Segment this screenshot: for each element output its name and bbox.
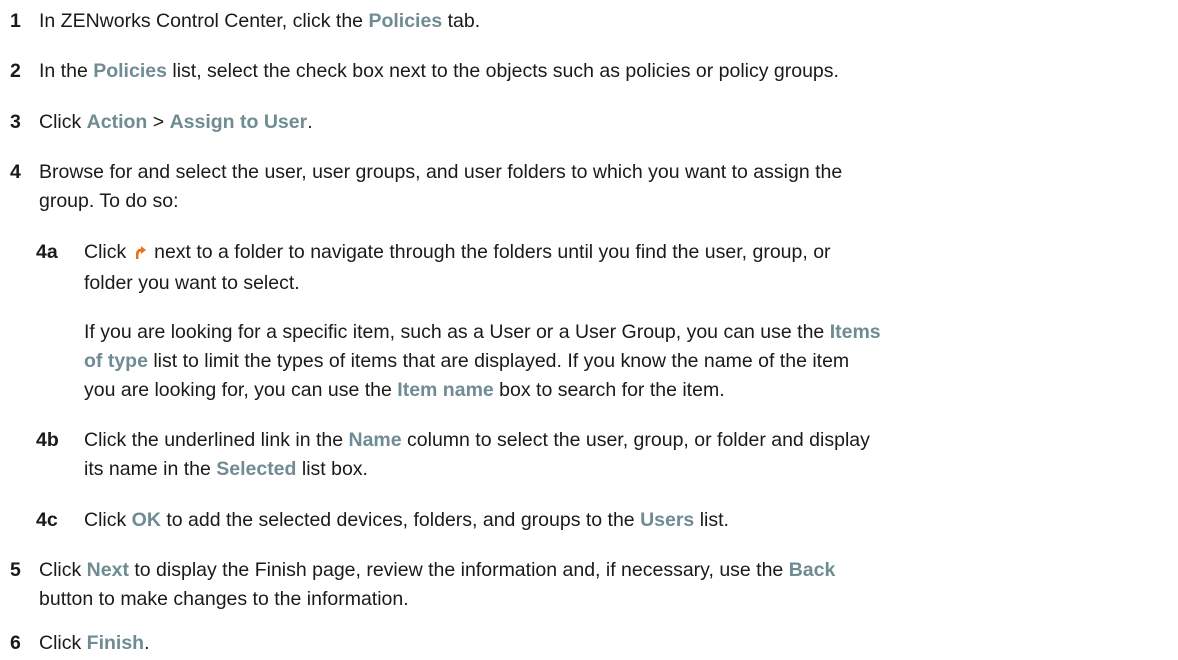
substep-text: Click OK to add the selected devices, fo… — [84, 506, 1166, 535]
text: Click — [84, 509, 132, 531]
step-3: 3 Click Action > Assign to User. — [10, 108, 1160, 137]
ui-term-action: Action — [86, 111, 148, 133]
step-5: 5 Click Next to display the Finish page,… — [10, 556, 1160, 614]
substep-4b: 4b Click the underlined link in the Name… — [36, 426, 1166, 484]
text: . — [307, 111, 313, 133]
substep-4a: 4a Click next to a folder to navigate th… — [36, 238, 1166, 298]
text: to display the Finish page, review the i… — [128, 559, 789, 581]
step-number: 5 — [10, 559, 21, 581]
substep-number: 4a — [36, 241, 58, 263]
ui-term-selected: Selected — [216, 458, 297, 480]
substep-line: folder you want to select. — [84, 272, 300, 294]
text: In ZENworks Control Center, click the — [39, 10, 369, 32]
text: Click — [39, 632, 87, 654]
step-text: Click Action > Assign to User. — [39, 108, 1160, 137]
ui-term-item-name: Item name — [397, 379, 494, 401]
text: If you are looking for a specific item, … — [84, 321, 825, 343]
text: its name in the — [84, 458, 217, 480]
step-number: 3 — [10, 111, 21, 133]
text: list, select the check box next to the o… — [166, 60, 839, 82]
substep-4a-note: If you are looking for a specific item, … — [84, 318, 1164, 405]
step-number: 2 — [10, 60, 21, 82]
step-4: 4 Browse for and select the user, user g… — [10, 158, 1160, 216]
step-line: group. To do so: — [39, 190, 179, 212]
substep-line: Click next to a folder to navigate throu… — [84, 238, 1166, 269]
ui-term-finish: Finish — [86, 632, 145, 654]
browse-arrow-icon — [134, 240, 147, 269]
step-number: 1 — [10, 10, 21, 32]
text: to add the selected devices, folders, an… — [160, 509, 641, 531]
text: box to search for the item. — [493, 379, 725, 401]
step-line: Click Next to display the Finish page, r… — [39, 556, 1160, 585]
step-number: 6 — [10, 632, 21, 654]
text: column to select the user, group, or fol… — [401, 429, 870, 451]
procedure-document: 1 In ZENworks Control Center, click the … — [0, 0, 1178, 660]
text: tab. — [442, 10, 481, 32]
text: next to a folder to navigate through the… — [154, 241, 831, 263]
ui-term-users: Users — [640, 509, 695, 531]
substep-line: Click the underlined link in the Name co… — [84, 426, 1166, 455]
note-line: If you are looking for a specific item, … — [84, 318, 1164, 347]
ui-term-next: Next — [86, 559, 129, 581]
step-2: 2 In the Policies list, select the check… — [10, 57, 1160, 86]
step-text: In the Policies list, select the check b… — [39, 57, 1160, 86]
text: Click the underlined link in the — [84, 429, 349, 451]
text: list. — [694, 509, 729, 531]
text: list box. — [296, 458, 368, 480]
text: . — [144, 632, 150, 654]
step-text: Click Finish. — [39, 629, 1160, 658]
ui-term-ok: OK — [131, 509, 161, 531]
note-line: you are looking for, you can use the Ite… — [84, 376, 1164, 405]
substep-4c: 4c Click OK to add the selected devices,… — [36, 506, 1166, 535]
substep-line: its name in the Selected list box. — [84, 455, 1166, 484]
note-line: of type list to limit the types of items… — [84, 347, 1164, 376]
ui-term-items-of-type: of type — [84, 350, 148, 372]
text: Click — [39, 111, 87, 133]
ui-term-back: Back — [788, 559, 836, 581]
text: you are looking for, you can use the — [84, 379, 398, 401]
step-6: 6 Click Finish. — [10, 629, 1160, 658]
step-line: button to make changes to the informatio… — [39, 588, 409, 610]
text: In the — [39, 60, 94, 82]
ui-term-policies: Policies — [368, 10, 443, 32]
step-text: In ZENworks Control Center, click the Po… — [39, 7, 1160, 36]
step-line: Browse for and select the user, user gro… — [39, 161, 843, 183]
text: Click — [39, 559, 87, 581]
step-number: 4 — [10, 161, 21, 183]
substep-number: 4c — [36, 509, 58, 531]
text: Click — [84, 241, 127, 263]
text: > — [147, 111, 170, 133]
substep-text: Click next to a folder to navigate throu… — [84, 238, 1166, 298]
ui-term-items-of-type: Items — [829, 321, 881, 343]
step-1: 1 In ZENworks Control Center, click the … — [10, 7, 1160, 36]
substep-text: Click the underlined link in the Name co… — [84, 426, 1166, 484]
step-text: Click Next to display the Finish page, r… — [39, 556, 1160, 614]
ui-term-assign-to-user: Assign to User — [169, 111, 308, 133]
ui-term-name: Name — [348, 429, 402, 451]
step-text: Browse for and select the user, user gro… — [39, 158, 1160, 216]
ui-term-policies: Policies — [93, 60, 167, 82]
substep-number: 4b — [36, 429, 59, 451]
text: list to limit the types of items that ar… — [147, 350, 850, 372]
